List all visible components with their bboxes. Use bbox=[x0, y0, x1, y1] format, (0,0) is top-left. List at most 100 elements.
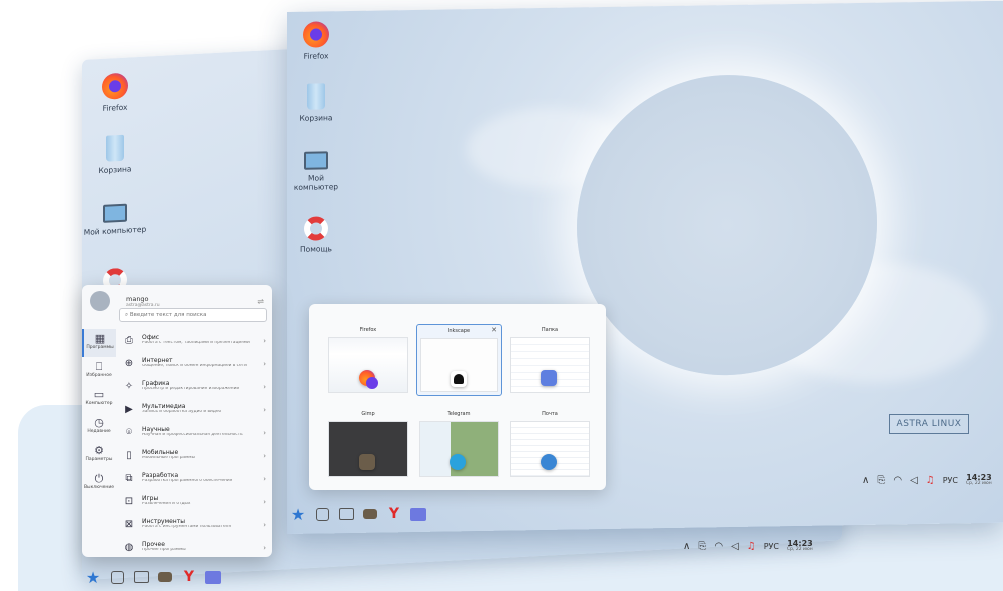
phone-icon: ▯ bbox=[126, 450, 132, 461]
overview-icon bbox=[315, 507, 329, 521]
category-games[interactable]: ⊡ Игры Развлечения и отдых › bbox=[118, 490, 268, 513]
clock[interactable]: 14:23 Ср, 22 июн bbox=[966, 474, 992, 487]
category-other[interactable]: ◍ Прочее Прочие программы › bbox=[118, 536, 268, 559]
settings-sliders-icon[interactable]: ⇌ bbox=[257, 297, 264, 306]
lifebuoy-icon bbox=[304, 216, 328, 241]
sidebar-item-settings[interactable]: ⚙ Параметры bbox=[82, 441, 116, 469]
category-office[interactable]: ⎙ Офис Работа с текстом, таблицами и презе… bbox=[118, 329, 268, 352]
desktop-icon-trash[interactable]: Корзина bbox=[82, 133, 150, 176]
keyboard-layout[interactable]: РУС bbox=[943, 476, 958, 485]
sparkle-icon: ✧ bbox=[124, 381, 134, 392]
folder-icon bbox=[410, 507, 426, 521]
category-science[interactable]: ⌾ Научные Научная и профессиональная деяте… bbox=[118, 421, 268, 444]
volume-icon[interactable]: ◁ bbox=[910, 475, 918, 486]
wifi-icon[interactable]: ◠ bbox=[893, 475, 902, 486]
globe-icon: ⊕ bbox=[124, 358, 134, 369]
chevron-right-icon: › bbox=[263, 451, 266, 460]
play-icon: ▶ bbox=[125, 404, 133, 415]
sidebar-item-computer[interactable]: ▭ Компьютер bbox=[82, 385, 116, 413]
clock[interactable]: 14:23 Ср, 22 июн bbox=[787, 540, 813, 553]
window-thumb-firefox[interactable]: Firefox bbox=[325, 324, 411, 396]
start-search-input[interactable]: ⌕ Введите текст для поиска bbox=[119, 308, 267, 322]
gear-icon: ⚙ bbox=[94, 444, 104, 457]
wifi-icon[interactable]: ◠ bbox=[714, 541, 723, 552]
category-development[interactable]: ⧉ Разработка Разработка программного обесп… bbox=[118, 467, 268, 490]
firefox-icon bbox=[102, 72, 128, 100]
chevron-right-icon: › bbox=[263, 497, 266, 506]
start-menu: mango astra@astra.ru ⇌ ⌕ Введите текст д… bbox=[82, 285, 272, 557]
gimp-taskbar-button[interactable] bbox=[361, 505, 379, 523]
windows-overview-button[interactable] bbox=[108, 568, 126, 586]
window-thumb-mail[interactable]: Почта bbox=[507, 408, 593, 480]
tools-icon: ⊠ bbox=[124, 519, 134, 530]
category-multimedia[interactable]: ▶ Мультимедиа Запись и обработка аудио и в… bbox=[118, 398, 268, 421]
category-internet[interactable]: ⊕ Интернет Общение, поиск и обмен информац… bbox=[118, 352, 268, 375]
desktop-icon-computer-front[interactable]: Мой компьютер bbox=[287, 145, 351, 193]
volume-icon[interactable]: ◁ bbox=[731, 541, 739, 552]
clipboard-icon[interactable]: ⎘ bbox=[877, 475, 885, 486]
yandex-browser-icon[interactable]: Y bbox=[180, 568, 198, 586]
mail-icon bbox=[541, 454, 557, 470]
sidebar-item-shutdown[interactable]: ⏻ Выключение bbox=[82, 469, 116, 497]
gimp-icon bbox=[363, 509, 377, 519]
folder-icon bbox=[205, 570, 221, 584]
desktop-icon-firefox[interactable]: Firefox bbox=[82, 71, 150, 114]
category-tools[interactable]: ⊠ Инструменты Работа с инструментами польз… bbox=[118, 513, 268, 536]
window-thumb-gimp[interactable]: Gimp bbox=[325, 408, 411, 480]
grid-icon: ▦ bbox=[94, 332, 106, 345]
chevron-right-icon: › bbox=[263, 382, 266, 391]
window-switcher: Firefox Inkscape ✕ Папка Gimp Telegram П… bbox=[309, 304, 606, 490]
yandex-browser-icon[interactable]: Y bbox=[385, 505, 403, 523]
folder-taskbar-button[interactable] bbox=[409, 505, 427, 523]
desktop-icon-trash-front[interactable]: Корзина bbox=[287, 83, 351, 123]
firefox-icon bbox=[303, 21, 329, 48]
start-star-icon[interactable]: ★ bbox=[289, 505, 307, 524]
start-star-icon[interactable]: ★ bbox=[84, 568, 102, 587]
chevron-up-icon[interactable]: ∧ bbox=[683, 541, 690, 552]
chevron-up-icon[interactable]: ∧ bbox=[862, 475, 869, 486]
chevron-right-icon: › bbox=[263, 474, 266, 483]
user-email: astra@astra.ru bbox=[126, 302, 160, 308]
window-thumb-folder[interactable]: Папка bbox=[507, 324, 593, 396]
window-thumb-inkscape[interactable]: Inkscape ✕ bbox=[416, 324, 502, 396]
folder-taskbar-button[interactable] bbox=[204, 568, 222, 586]
power-icon: ⏻ bbox=[94, 472, 104, 485]
chevron-right-icon: › bbox=[263, 405, 266, 414]
desktop-icon-computer[interactable]: Мой компьютер bbox=[82, 196, 150, 237]
avatar[interactable] bbox=[90, 291, 110, 311]
category-graphics[interactable]: ✧ Графика Просмотр и редактирование изобра… bbox=[118, 375, 268, 398]
gimp-icon bbox=[359, 454, 375, 470]
chevron-right-icon: › bbox=[263, 543, 266, 552]
notification-bell-icon[interactable]: ♫ bbox=[747, 541, 756, 552]
front-taskbar: ★ Y bbox=[289, 500, 433, 528]
notification-bell-icon[interactable]: ♫ bbox=[926, 475, 935, 486]
close-icon[interactable]: ✕ bbox=[491, 326, 497, 334]
clipboard-icon[interactable]: ⎘ bbox=[698, 541, 706, 552]
monitor-icon: ▭ bbox=[93, 388, 105, 401]
printer-icon: ⎙ bbox=[125, 335, 133, 346]
back-taskbar: ★ Y bbox=[84, 563, 228, 591]
gamepad-icon: ⊡ bbox=[124, 496, 134, 507]
front-system-tray: ∧ ⎘ ◠ ◁ ♫ РУС 14:23 Ср, 22 июн bbox=[862, 474, 992, 487]
desktop-icon-firefox-front[interactable]: Firefox bbox=[287, 21, 351, 61]
bookmark-icon: ⎕ bbox=[95, 360, 103, 373]
file-manager-button[interactable] bbox=[132, 568, 150, 586]
gimp-taskbar-button[interactable] bbox=[156, 568, 174, 586]
misc-icon: ◍ bbox=[124, 542, 134, 553]
sidebar-item-favorites[interactable]: ⎕ Избранное bbox=[82, 357, 116, 385]
monitor-icon bbox=[304, 151, 328, 170]
keyboard-layout[interactable]: РУС bbox=[764, 542, 779, 551]
flask-icon: ⌾ bbox=[126, 427, 132, 438]
windows-overview-button[interactable] bbox=[313, 505, 331, 523]
desktop-icon-help-front[interactable]: Помощь bbox=[287, 216, 351, 254]
category-mobile[interactable]: ▯ Мобильные Мобильные программы › bbox=[118, 444, 268, 467]
category-list: ⎙ Офис Работа с текстом, таблицами и презе… bbox=[118, 329, 268, 559]
file-manager-button[interactable] bbox=[337, 505, 355, 523]
trash-icon bbox=[307, 83, 325, 110]
sidebar-item-recent[interactable]: ◷ Недавние bbox=[82, 413, 116, 441]
monitor-icon bbox=[103, 203, 127, 223]
clock-icon: ◷ bbox=[94, 416, 104, 429]
sidebar-item-programs[interactable]: ▦ Программы bbox=[82, 329, 116, 357]
chevron-right-icon: › bbox=[263, 520, 266, 529]
window-thumb-telegram[interactable]: Telegram bbox=[416, 408, 502, 480]
